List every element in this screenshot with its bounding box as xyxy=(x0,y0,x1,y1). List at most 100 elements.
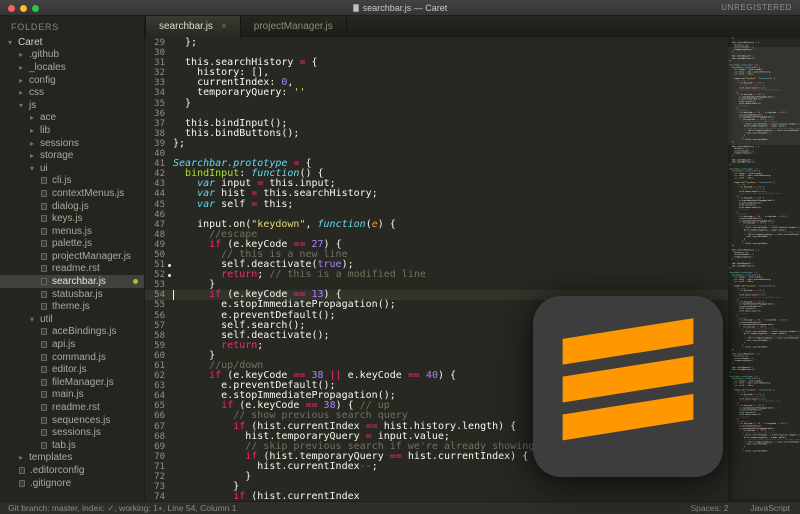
line-number[interactable]: 30 xyxy=(145,48,165,58)
sidebar-file-readme.rst[interactable]: readme.rst xyxy=(0,401,144,414)
disclosure-arrow-icon[interactable]: ▸ xyxy=(19,63,29,72)
disclosure-arrow-icon[interactable]: ▸ xyxy=(19,88,29,97)
disclosure-arrow-icon[interactable]: ▸ xyxy=(30,139,40,148)
sidebar-folder-_locales[interactable]: ▸ _locales xyxy=(0,61,144,74)
line-number[interactable]: 36 xyxy=(145,109,165,119)
sidebar-file-tab.js[interactable]: tab.js xyxy=(0,439,144,452)
line-number[interactable]: 69 xyxy=(145,442,165,452)
disclosure-arrow-icon[interactable]: ▸ xyxy=(30,113,40,122)
disclosure-arrow-icon[interactable]: ▾ xyxy=(8,38,18,47)
sidebar-file-sequences.js[interactable]: sequences.js xyxy=(0,414,144,427)
line-number[interactable]: 44 xyxy=(145,189,165,199)
line-number[interactable]: 71 xyxy=(145,462,165,472)
sidebar-file-.gitignore[interactable]: .gitignore xyxy=(0,477,144,490)
sidebar-file-theme.js[interactable]: theme.js xyxy=(0,300,144,313)
line-number[interactable]: 58 xyxy=(145,331,165,341)
sidebar-folder-Caret[interactable]: ▾ Caret xyxy=(0,36,144,49)
code-line[interactable]: 38 this.bindButtons(); xyxy=(145,128,728,139)
sidebar-folder-css[interactable]: ▸ css xyxy=(0,86,144,99)
line-number[interactable]: 60 xyxy=(145,351,165,361)
line-number[interactable]: 32 xyxy=(145,68,165,78)
sidebar-file-main.js[interactable]: main.js xyxy=(0,389,144,402)
tab-close-icon[interactable]: × xyxy=(221,21,227,32)
line-number[interactable]: 63 xyxy=(145,381,165,391)
minimap[interactable]: }; this.searchHistory = { history: [], c… xyxy=(728,37,800,501)
disclosure-arrow-icon[interactable]: ▸ xyxy=(30,151,40,160)
sidebar-folder-.github[interactable]: ▸ .github xyxy=(0,49,144,62)
sidebar-folder-ui[interactable]: ▾ ui xyxy=(0,162,144,175)
line-number[interactable]: 49 xyxy=(145,240,165,250)
tab-searchbar.js[interactable]: searchbar.js × xyxy=(145,16,241,37)
sidebar-folder-config[interactable]: ▸ config xyxy=(0,74,144,87)
code-line[interactable]: 74 if (hist.currentIndex xyxy=(145,492,728,501)
line-number[interactable]: 50 xyxy=(145,250,165,260)
line-number[interactable]: 41 xyxy=(145,159,165,169)
line-number[interactable]: 74 xyxy=(145,492,165,501)
line-number[interactable]: 62 xyxy=(145,371,165,381)
line-number[interactable]: 59 xyxy=(145,341,165,351)
code-line[interactable]: 29 }; xyxy=(145,37,728,48)
code-line[interactable]: 45 var self = this; xyxy=(145,199,728,210)
indentation-setting[interactable]: Spaces: 2 xyxy=(691,503,729,513)
line-number[interactable]: 65 xyxy=(145,401,165,411)
line-number[interactable]: 46 xyxy=(145,210,165,220)
sidebar-folder-storage[interactable]: ▸ storage xyxy=(0,149,144,162)
line-number[interactable]: 52 xyxy=(145,270,165,280)
line-number[interactable]: 38 xyxy=(145,129,165,139)
sidebar-file-command.js[interactable]: command.js xyxy=(0,351,144,364)
line-number[interactable]: 55 xyxy=(145,300,165,310)
sidebar-folder-js[interactable]: ▾ js xyxy=(0,99,144,112)
sidebar-file-contextMenus.js[interactable]: contextMenus.js xyxy=(0,187,144,200)
syntax-selector[interactable]: JavaScript xyxy=(750,503,790,513)
line-number[interactable]: 39 xyxy=(145,139,165,149)
line-number[interactable]: 34 xyxy=(145,88,165,98)
code-line[interactable]: 39}; xyxy=(145,138,728,149)
disclosure-arrow-icon[interactable]: ▾ xyxy=(30,164,40,173)
line-number[interactable]: 33 xyxy=(145,78,165,88)
sidebar-file-aceBindings.js[interactable]: aceBindings.js xyxy=(0,326,144,339)
disclosure-arrow-icon[interactable]: ▾ xyxy=(19,101,29,110)
sidebar-file-palette.js[interactable]: palette.js xyxy=(0,238,144,251)
sidebar-file-readme.rst[interactable]: readme.rst xyxy=(0,263,144,276)
sidebar-file-.editorconfig[interactable]: .editorconfig xyxy=(0,464,144,477)
line-number[interactable]: 68 xyxy=(145,432,165,442)
line-number[interactable]: 43 xyxy=(145,179,165,189)
line-number[interactable]: 57 xyxy=(145,321,165,331)
line-number[interactable]: 35 xyxy=(145,99,165,109)
sidebar-file-cli.js[interactable]: cli.js xyxy=(0,175,144,188)
line-number[interactable]: 45 xyxy=(145,200,165,210)
disclosure-arrow-icon[interactable]: ▸ xyxy=(19,453,29,462)
line-number[interactable]: 51 xyxy=(145,260,165,270)
sidebar-folder-templates[interactable]: ▸ templates xyxy=(0,452,144,465)
code-line[interactable]: 34 temporaryQuery: '' xyxy=(145,88,728,99)
tab-projectManager.js[interactable]: projectManager.js xyxy=(241,16,347,37)
sidebar-file-keys.js[interactable]: keys.js xyxy=(0,212,144,225)
sidebar-file-menus.js[interactable]: menus.js xyxy=(0,225,144,238)
line-number[interactable]: 42 xyxy=(145,169,165,179)
disclosure-arrow-icon[interactable]: ▸ xyxy=(30,126,40,135)
code-line[interactable]: 52 return; // this is a modified line xyxy=(145,270,728,281)
line-number[interactable]: 73 xyxy=(145,482,165,492)
line-number[interactable]: 70 xyxy=(145,452,165,462)
line-number[interactable]: 40 xyxy=(145,149,165,159)
sidebar-file-sessions.js[interactable]: sessions.js xyxy=(0,426,144,439)
line-number[interactable]: 61 xyxy=(145,361,165,371)
sidebar-file-api.js[interactable]: api.js xyxy=(0,338,144,351)
line-number[interactable]: 72 xyxy=(145,472,165,482)
line-number[interactable]: 31 xyxy=(145,58,165,68)
sidebar-file-fileManager.js[interactable]: fileManager.js xyxy=(0,376,144,389)
sidebar-file-projectManager.js[interactable]: projectManager.js xyxy=(0,250,144,263)
sidebar-folder-sessions[interactable]: ▸ sessions xyxy=(0,137,144,150)
line-number[interactable]: 53 xyxy=(145,280,165,290)
line-number[interactable]: 67 xyxy=(145,422,165,432)
line-number[interactable]: 47 xyxy=(145,220,165,230)
sidebar-file-dialog.js[interactable]: dialog.js xyxy=(0,200,144,213)
sidebar-folder-ace[interactable]: ▸ ace xyxy=(0,112,144,125)
disclosure-arrow-icon[interactable]: ▾ xyxy=(30,315,40,324)
minimap-viewport[interactable] xyxy=(728,47,800,145)
code-line[interactable]: 35 } xyxy=(145,98,728,109)
line-number[interactable]: 29 xyxy=(145,38,165,48)
sidebar-file-searchbar.js[interactable]: searchbar.js xyxy=(0,275,144,288)
line-number[interactable]: 54 xyxy=(145,290,165,300)
disclosure-arrow-icon[interactable]: ▸ xyxy=(19,50,29,59)
